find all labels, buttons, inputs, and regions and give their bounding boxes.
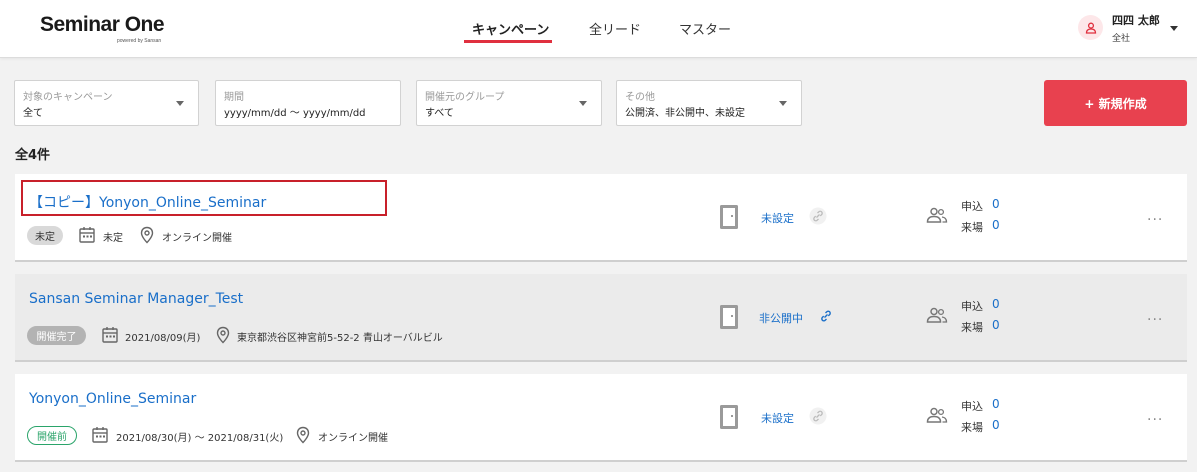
more-options-icon[interactable]: ··· xyxy=(1147,412,1163,428)
page-icon xyxy=(720,405,738,429)
people-icon xyxy=(926,407,948,423)
event-location: オンライン開催 xyxy=(162,233,232,244)
filter-value: 全て xyxy=(23,108,43,119)
more-options-icon[interactable]: ··· xyxy=(1147,212,1163,228)
location-pin-icon xyxy=(140,226,154,244)
filter-label: 対象のキャンペーン xyxy=(23,92,113,103)
nav-all-leads[interactable]: 全リード xyxy=(589,19,641,38)
chevron-down-icon xyxy=(176,101,184,106)
page-icon xyxy=(720,305,738,329)
status-badge: 開催完了 xyxy=(27,326,86,345)
location-pin-icon xyxy=(216,326,230,344)
nav-campaign[interactable]: キャンペーン xyxy=(472,19,549,38)
logo[interactable]: Seminar One powered by Sansan xyxy=(40,13,165,45)
campaign-title[interactable]: Sansan Seminar Manager_Test xyxy=(29,291,243,307)
visit-count: 0 xyxy=(992,318,1000,332)
calendar-icon xyxy=(92,427,108,443)
filter-label: 期間 xyxy=(224,92,244,103)
people-icon xyxy=(926,307,948,323)
publish-status[interactable]: 未設定 xyxy=(761,410,794,426)
event-location: 東京都渋谷区神宮前5-52-2 青山オーバルビル xyxy=(237,333,443,344)
total-count: 全4件 xyxy=(15,148,51,163)
filter-value: yyyy/mm/dd 〜 yyyy/mm/dd xyxy=(224,108,366,119)
campaign-card: Yonyon_Online_Seminar 開催前 2021/08/30(月) … xyxy=(15,374,1187,462)
page-icon xyxy=(720,205,738,229)
logo-main: Seminar One xyxy=(40,13,165,36)
user-name[interactable]: 四四 太郎 xyxy=(1112,12,1160,28)
app-header: Seminar One powered by Sansan キャンペーン 全リー… xyxy=(0,0,1197,58)
visit-label: 来場 xyxy=(961,421,983,434)
filter-campaign[interactable]: 対象のキャンペーン 全て xyxy=(14,80,199,126)
location-pin-icon xyxy=(296,426,310,444)
chevron-down-icon xyxy=(779,101,787,106)
visit-label: 来場 xyxy=(961,221,983,234)
apply-label: 申込 xyxy=(961,400,983,413)
filter-period[interactable]: 期間 yyyy/mm/dd 〜 yyyy/mm/dd xyxy=(215,80,401,126)
campaign-title[interactable]: Yonyon_Online_Seminar xyxy=(29,391,196,407)
filter-group[interactable]: 開催元のグループ すべて xyxy=(416,80,602,126)
status-badge: 開催前 xyxy=(27,426,77,445)
user-org: 全社 xyxy=(1112,34,1131,44)
publish-status[interactable]: 未設定 xyxy=(761,210,794,226)
apply-count: 0 xyxy=(992,197,1000,211)
nav-active-underline xyxy=(464,40,552,43)
event-date: 2021/08/09(月) xyxy=(125,333,201,344)
people-icon xyxy=(926,207,948,223)
link-icon[interactable] xyxy=(809,407,827,425)
filter-label: その他 xyxy=(625,92,655,103)
apply-label: 申込 xyxy=(961,200,983,213)
event-date: 未定 xyxy=(103,233,123,244)
logo-sub: powered by Sansan xyxy=(117,38,162,44)
apply-label: 申込 xyxy=(961,300,983,313)
filter-value: すべて xyxy=(425,108,454,119)
new-campaign-button[interactable]: + 新規作成 xyxy=(1044,80,1187,126)
apply-count: 0 xyxy=(992,397,1000,411)
visit-label: 来場 xyxy=(961,321,983,334)
filter-label: 開催元のグループ xyxy=(425,92,505,103)
chevron-down-icon[interactable] xyxy=(1170,26,1178,31)
link-icon[interactable] xyxy=(809,207,827,225)
visit-count: 0 xyxy=(992,418,1000,432)
campaign-card: Sansan Seminar Manager_Test 開催完了 2021/08… xyxy=(15,274,1187,362)
event-location: オンライン開催 xyxy=(318,433,388,444)
avatar[interactable] xyxy=(1078,15,1103,40)
status-badge: 未定 xyxy=(27,226,63,245)
calendar-icon xyxy=(79,227,95,243)
more-options-icon[interactable]: ··· xyxy=(1147,312,1163,328)
campaign-card: 【コピー】Yonyon_Online_Seminar 未定 未定 オンライン開催… xyxy=(15,174,1187,262)
event-date: 2021/08/30(月) 〜 2021/08/31(火) xyxy=(116,433,284,444)
user-icon xyxy=(1085,22,1096,34)
calendar-icon xyxy=(102,327,118,343)
link-icon[interactable] xyxy=(817,307,835,325)
publish-status[interactable]: 非公開中 xyxy=(759,310,803,326)
filter-value: 公開済、非公開中、未設定 xyxy=(625,108,745,119)
campaign-title[interactable]: 【コピー】Yonyon_Online_Seminar xyxy=(29,192,266,212)
visit-count: 0 xyxy=(992,218,1000,232)
filter-other[interactable]: その他 公開済、非公開中、未設定 xyxy=(616,80,802,126)
chevron-down-icon xyxy=(579,101,587,106)
nav-master[interactable]: マスター xyxy=(679,19,731,38)
apply-count: 0 xyxy=(992,297,1000,311)
